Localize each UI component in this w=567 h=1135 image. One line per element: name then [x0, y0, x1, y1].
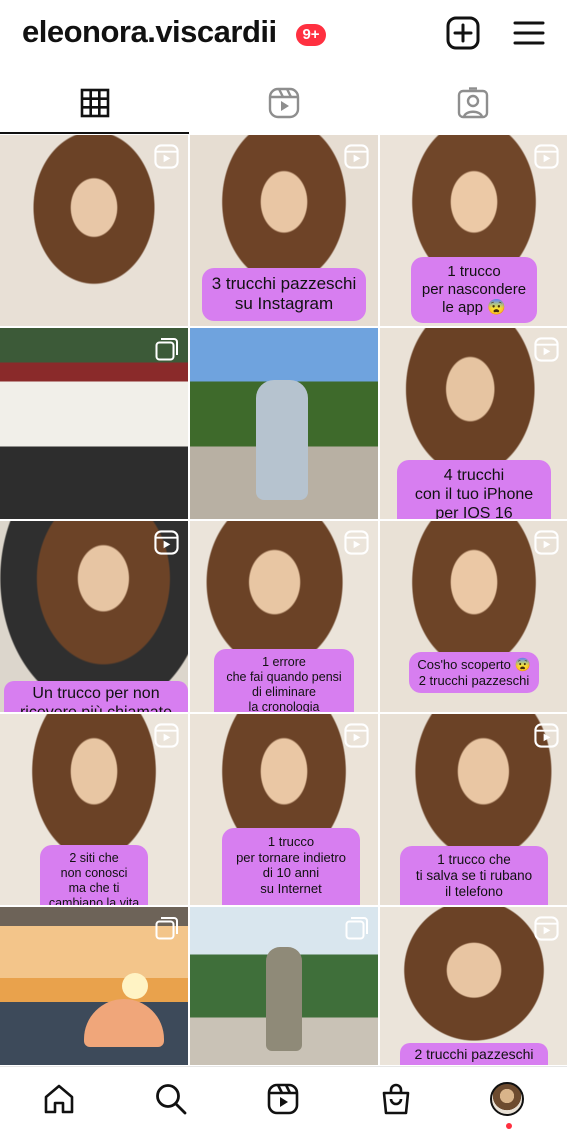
home-icon — [44, 1084, 74, 1114]
nav-profile-button[interactable] — [489, 1081, 525, 1117]
post-caption: 2 siti che non conosci ma che ti cambian… — [40, 845, 148, 905]
tab-posts[interactable] — [0, 72, 189, 134]
post-tile[interactable]: Un trucco per non ricevere più chiamate — [0, 521, 188, 712]
tagged-person-icon — [457, 87, 488, 119]
post-caption: 1 trucco per tornare indietro di 10 anni… — [222, 828, 360, 905]
profile-header: eleonora.viscardii 9+ — [0, 0, 567, 72]
nav-home-button[interactable] — [41, 1081, 77, 1117]
bottom-navigation — [0, 1066, 567, 1135]
post-caption: 1 trucco per nascondere le app 😨 — [411, 257, 537, 323]
post-tile[interactable]: 1 trucco per nascondere le app 😨 — [380, 135, 567, 326]
reel-badge-icon — [154, 530, 179, 555]
hamburger-menu-icon — [513, 21, 545, 45]
carousel-badge-icon — [345, 917, 368, 940]
selected-tab-indicator — [0, 132, 189, 134]
nav-reels-button[interactable] — [265, 1081, 301, 1117]
post-tile[interactable]: Cos'ho scoperto 😨 2 trucchi pazzeschi — [380, 521, 567, 712]
reels-icon — [267, 1083, 299, 1115]
profile-username[interactable]: eleonora.viscardii — [22, 14, 277, 50]
post-tile[interactable]: 1 trucco per tornare indietro di 10 anni… — [190, 714, 378, 905]
grid-icon — [80, 88, 109, 118]
post-caption: Un trucco per non ricevere più chiamate — [4, 681, 188, 712]
search-icon — [156, 1084, 187, 1115]
post-caption: 3 trucchi pazzeschi su Instagram — [202, 268, 366, 321]
post-tile[interactable]: 1 errore che fai quando pensi di elimina… — [190, 521, 378, 712]
post-caption: 4 trucchi con il tuo iPhone per IOS 16 — [397, 460, 551, 519]
nav-shop-button[interactable] — [378, 1081, 414, 1117]
sun — [122, 973, 148, 999]
post-caption: 1 trucco che ti salva se ti rubano il te… — [400, 846, 548, 905]
reel-badge-icon — [534, 723, 559, 748]
reel-badge-icon — [344, 530, 369, 555]
dress-figure — [256, 380, 308, 500]
post-tile[interactable] — [190, 328, 378, 519]
post-caption: 2 trucchi pazzeschi — [400, 1043, 548, 1065]
tab-tagged[interactable] — [378, 72, 567, 134]
post-caption: Cos'ho scoperto 😨 2 trucchi pazzeschi — [409, 652, 539, 694]
post-tile[interactable]: 1 trucco che ti salva se ti rubano il te… — [380, 714, 567, 905]
post-tile[interactable] — [190, 907, 378, 1065]
post-tile[interactable]: 2 trucchi pazzeschi — [380, 907, 567, 1065]
shopping-bag-icon — [382, 1083, 410, 1115]
nav-search-button[interactable] — [153, 1081, 189, 1117]
notification-badge[interactable]: 9+ — [296, 24, 326, 46]
reel-badge-icon — [534, 530, 559, 555]
profile-tabs — [0, 72, 567, 134]
post-tile[interactable] — [0, 907, 188, 1065]
menu-button[interactable] — [512, 16, 550, 54]
carousel-badge-icon — [155, 917, 178, 940]
profile-avatar — [490, 1082, 524, 1116]
reel-badge-icon — [344, 144, 369, 169]
reel-badge-icon — [534, 916, 559, 941]
post-tile[interactable] — [0, 135, 188, 326]
reels-icon — [268, 87, 299, 119]
reel-badge-icon — [534, 144, 559, 169]
post-tile[interactable] — [0, 328, 188, 519]
reel-badge-icon — [344, 723, 369, 748]
tab-reels[interactable] — [189, 72, 378, 134]
reel-badge-icon — [154, 723, 179, 748]
post-tile[interactable]: 3 trucchi pazzeschi su Instagram — [190, 135, 378, 326]
carousel-badge-icon — [155, 338, 178, 361]
person-figure — [266, 947, 302, 1051]
profile-notification-dot — [506, 1123, 512, 1129]
post-caption: 1 errore che fai quando pensi di elimina… — [214, 649, 354, 712]
reel-badge-icon — [154, 144, 179, 169]
create-button[interactable] — [446, 16, 484, 54]
reel-badge-icon — [534, 337, 559, 362]
post-tile[interactable]: 4 trucchi con il tuo iPhone per IOS 16 — [380, 328, 567, 519]
post-tile[interactable]: 2 siti che non conosci ma che ti cambian… — [0, 714, 188, 905]
posts-grid: 3 trucchi pazzeschi su Instagram 1 trucc… — [0, 135, 567, 1065]
plus-square-icon — [446, 16, 480, 50]
